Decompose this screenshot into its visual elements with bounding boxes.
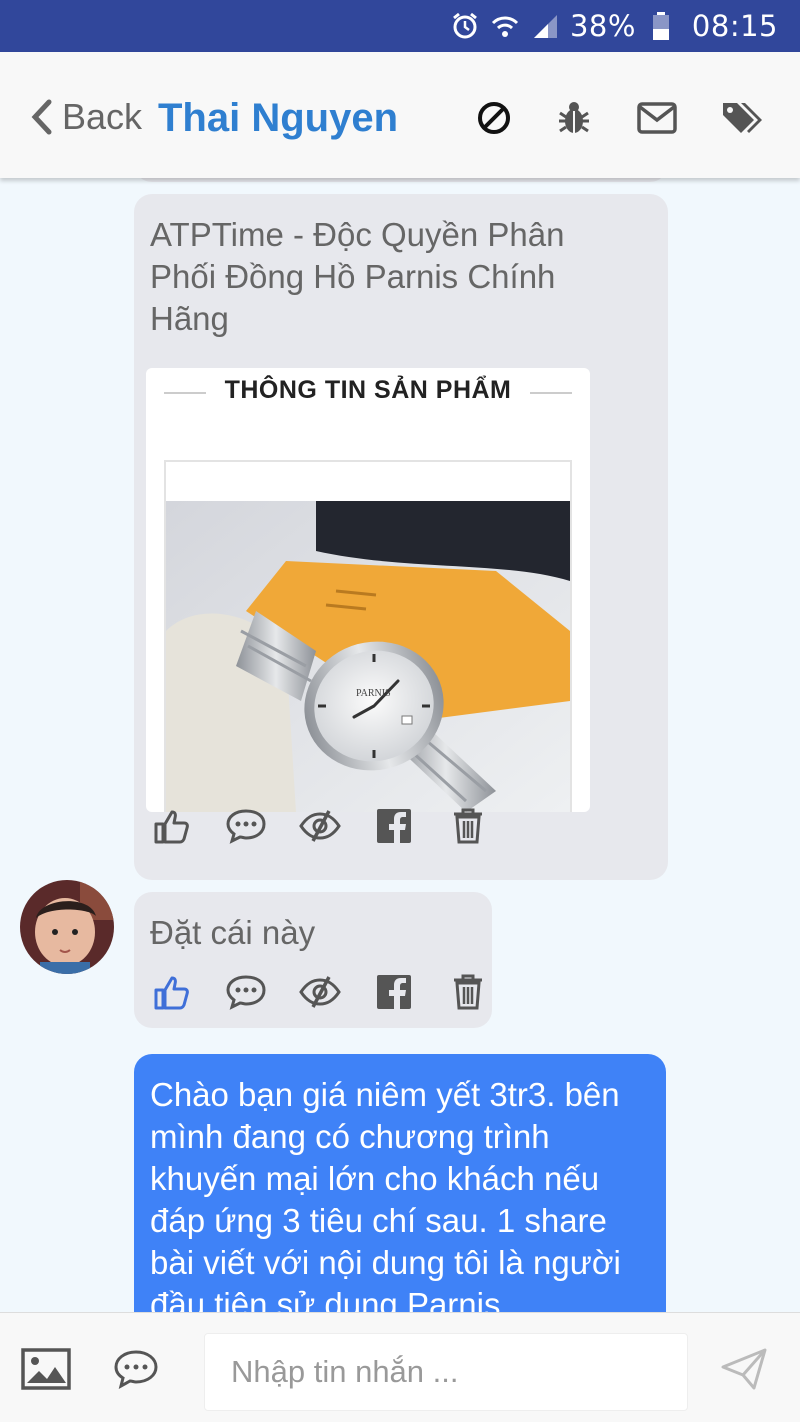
product-image-attachment[interactable]: THÔNG TIN SẢN PHẨM PARNIS [146, 368, 590, 812]
message-input[interactable] [204, 1333, 688, 1411]
wifi-icon [490, 11, 520, 41]
message-list[interactable]: ATPTime - Độc Quyền Phân Phối Đồng Hồ Pa… [0, 178, 800, 1312]
status-bar: 38% 08:15 [0, 0, 800, 52]
trash-icon[interactable] [446, 804, 490, 848]
send-icon[interactable] [718, 1343, 770, 1395]
signal-icon [530, 11, 560, 41]
battery-percent: 38% [569, 9, 636, 43]
image-icon[interactable] [20, 1343, 72, 1395]
like-icon[interactable] [150, 970, 194, 1014]
chat-bubble-icon[interactable] [110, 1343, 162, 1395]
comment-icon[interactable] [224, 804, 268, 848]
attachment-header: THÔNG TIN SẢN PHẨM [224, 376, 512, 404]
conversation-header: Back Thai Nguyen [0, 52, 800, 178]
message-text: Đặt cái này [150, 914, 316, 951]
clock: 08:15 [691, 9, 778, 43]
block-icon[interactable] [472, 96, 516, 140]
hide-icon[interactable] [298, 970, 342, 1014]
message-bubble-incoming[interactable]: Đặt cái này [134, 892, 492, 1028]
like-icon[interactable] [150, 804, 194, 848]
message-actions [150, 804, 520, 848]
message-bubble-incoming[interactable]: ATPTime - Độc Quyền Phân Phối Đồng Hồ Pa… [134, 194, 668, 880]
divider [530, 392, 572, 394]
facebook-icon[interactable] [372, 804, 416, 848]
chevron-left-icon [31, 99, 52, 135]
alarm-icon [450, 11, 480, 41]
bug-icon[interactable] [552, 96, 596, 140]
back-label: Back [62, 96, 143, 137]
message-text: ATPTime - Độc Quyền Phân Phối Đồng Hồ Pa… [150, 216, 565, 337]
previous-message-bubble [134, 178, 668, 182]
message-composer [0, 1312, 800, 1422]
battery-icon [646, 11, 676, 41]
tags-icon[interactable] [720, 96, 764, 140]
back-button[interactable]: Back [30, 92, 142, 142]
trash-icon[interactable] [446, 970, 490, 1014]
hide-icon[interactable] [298, 804, 342, 848]
silver-watch-photo: PARNIS [166, 501, 570, 812]
child-avatar[interactable] [20, 880, 114, 974]
comment-icon[interactable] [224, 970, 268, 1014]
svg-text:PARNIS: PARNIS [356, 688, 391, 699]
message-actions [150, 970, 520, 1014]
facebook-icon[interactable] [372, 970, 416, 1014]
contact-name: Thai Nguyen [158, 96, 399, 140]
mail-icon[interactable] [635, 96, 679, 140]
message-bubble-outgoing[interactable]: Chào bạn giá niêm yết 3tr3. bên mình đan… [134, 1054, 666, 1312]
message-text: Chào bạn giá niêm yết 3tr3. bên mình đan… [150, 1076, 621, 1312]
